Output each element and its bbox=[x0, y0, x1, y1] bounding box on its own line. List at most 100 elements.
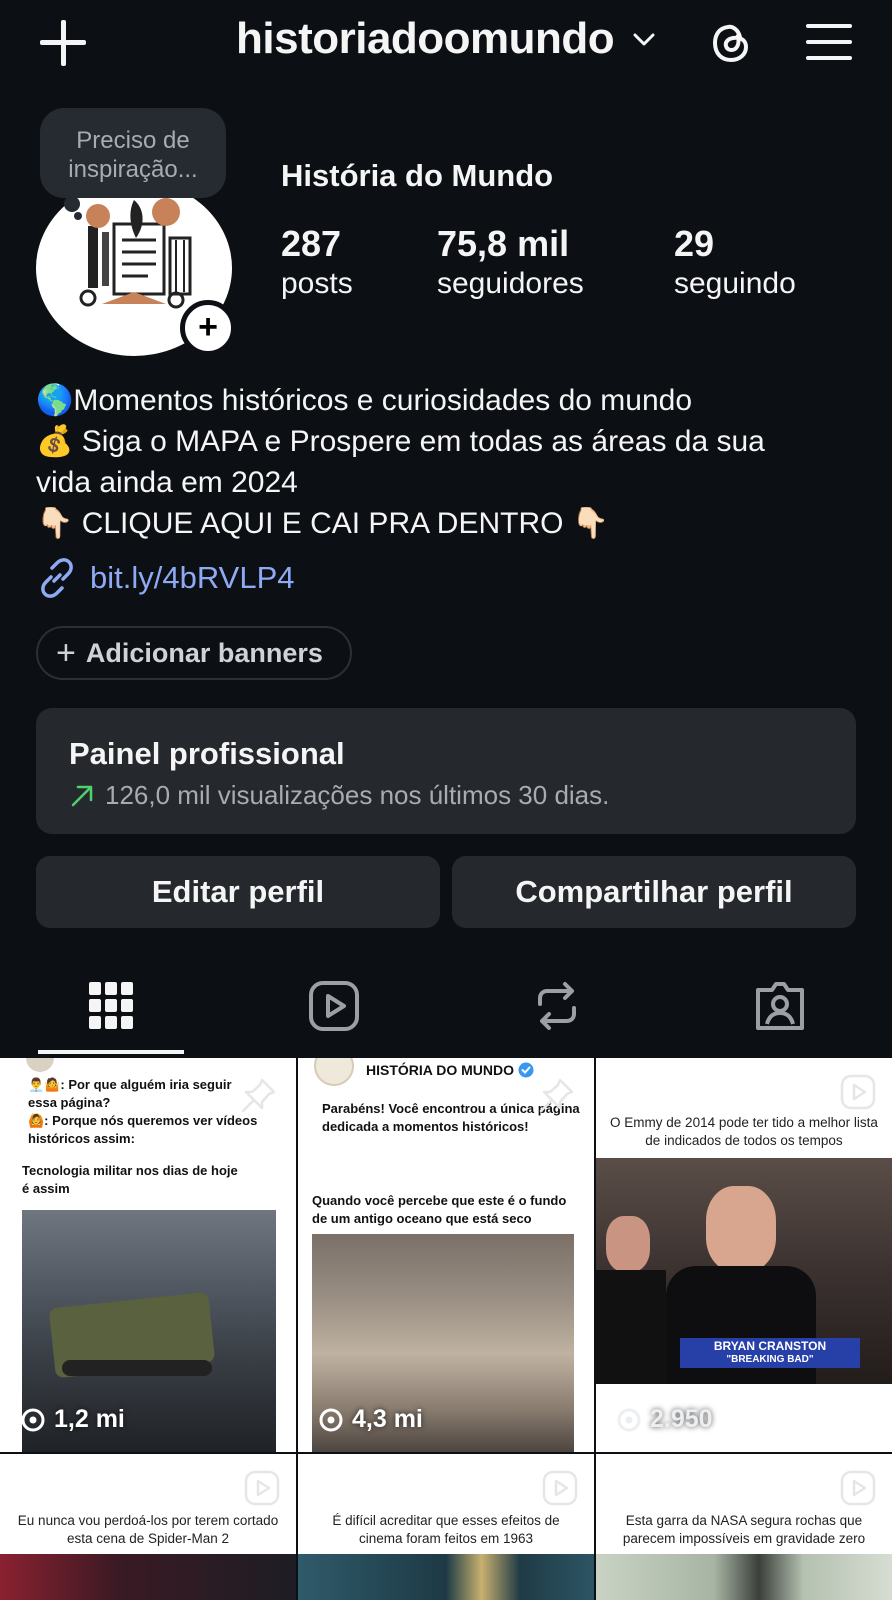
threads-icon[interactable] bbox=[706, 18, 756, 68]
face-shape bbox=[606, 1216, 650, 1272]
post-thumbnail bbox=[298, 1554, 594, 1600]
professional-dashboard-subtitle: 126,0 mil visualizações nos últimos 30 d… bbox=[69, 780, 609, 811]
view-count-text: 2.950 bbox=[650, 1405, 713, 1433]
account-username[interactable]: historiadoomundo bbox=[236, 14, 615, 64]
tab-tagged[interactable] bbox=[690, 968, 870, 1054]
bio-line: vida ainda em 2024 bbox=[36, 466, 298, 499]
view-count-text: 1,2 mi bbox=[54, 1405, 125, 1433]
post-thumbnail: BRYAN CRANSTON "BREAKING BAD" bbox=[596, 1158, 892, 1384]
professional-dashboard[interactable]: Painel profissional 126,0 mil visualizaç… bbox=[36, 708, 856, 834]
caption-line: dedicada a momentos históricos! bbox=[322, 1119, 529, 1134]
avatar-fragment bbox=[26, 1058, 54, 1072]
professional-dashboard-title: Painel profissional bbox=[69, 736, 345, 771]
share-profile-button[interactable]: Compartilhar perfil bbox=[452, 856, 856, 928]
heading-line: Quando você percebe que este é o fundo bbox=[312, 1193, 567, 1208]
menu-icon[interactable] bbox=[806, 22, 852, 62]
pin-icon bbox=[539, 1078, 574, 1113]
tab-reels[interactable] bbox=[244, 968, 424, 1054]
bio: 🌎Momentos históricos e curiosidades do m… bbox=[36, 380, 876, 544]
tab-reposts[interactable] bbox=[467, 968, 647, 1054]
posts-count: 287 bbox=[281, 223, 342, 264]
post-heading: Tecnologia militar nos dias de hoje é as… bbox=[22, 1162, 238, 1198]
note-bubble[interactable]: Preciso de inspiração... bbox=[40, 108, 226, 198]
following-count: 29 bbox=[674, 223, 715, 264]
tagged-icon bbox=[756, 982, 804, 1030]
bio-line: 🌎Momentos históricos e curiosidades do m… bbox=[36, 384, 693, 417]
active-tab-indicator bbox=[38, 1050, 184, 1054]
grid-post[interactable]: Esta garra da NASA segura rochas que par… bbox=[596, 1454, 892, 1600]
bio-line: 💰 Siga o MAPA e Prospere em todas as áre… bbox=[36, 425, 765, 458]
view-count: 4,3 mi bbox=[318, 1405, 423, 1434]
trend-up-icon bbox=[71, 785, 93, 806]
add-banners-label: Adicionar banners bbox=[85, 637, 323, 668]
following-label: seguindo bbox=[674, 267, 796, 300]
followers-stat[interactable]: 75,8 mil seguidores bbox=[437, 223, 584, 303]
top-bar: historiadoomundo bbox=[0, 0, 892, 86]
play-count-icon bbox=[319, 1408, 343, 1431]
plus-icon: + bbox=[198, 307, 218, 346]
caption-line: 👨‍💼🤷: Por que alguém iria seguir bbox=[28, 1077, 232, 1092]
caption-line: É difícil acreditar que esses efeitos de bbox=[332, 1513, 560, 1528]
lower-third: BRYAN CRANSTON "BREAKING BAD" bbox=[680, 1338, 860, 1368]
reel-icon bbox=[542, 1470, 578, 1506]
tuxedo-shape bbox=[596, 1270, 666, 1384]
followers-label: seguidores bbox=[437, 267, 584, 300]
caption-line: O Emmy de 2014 pode ter tido a melhor li… bbox=[610, 1115, 878, 1130]
heading-line: de um antigo oceano que está seco bbox=[312, 1211, 532, 1226]
avatar-fragment bbox=[314, 1058, 354, 1086]
profile-tabs bbox=[0, 968, 892, 1054]
grid-post[interactable]: HISTÓRIA DO MUNDO Parabéns! Você encontr… bbox=[298, 1058, 594, 1452]
note-bubble-tail bbox=[64, 196, 80, 212]
lower-third-show: "BREAKING BAD" bbox=[726, 1354, 814, 1365]
caption-line: 🙆: Porque nós queremos ver vídeos bbox=[28, 1113, 258, 1128]
post-thumbnail bbox=[0, 1554, 296, 1600]
link-icon bbox=[41, 558, 73, 598]
caption-line: parecem impossíveis em gravidade zero bbox=[622, 1531, 866, 1546]
add-story-button[interactable]: + bbox=[180, 300, 236, 356]
link-text[interactable]: bit.ly/4bRVLP4 bbox=[90, 560, 295, 596]
chevron-down-icon[interactable] bbox=[632, 28, 656, 52]
grid-post[interactable]: O Emmy de 2014 pode ter tido a melhor li… bbox=[596, 1058, 892, 1452]
create-plus-icon[interactable] bbox=[38, 18, 88, 68]
vehicle-wheels bbox=[62, 1360, 212, 1376]
post-thumbnail bbox=[596, 1554, 892, 1600]
caption-line: de indicados de todos os tempos bbox=[645, 1133, 843, 1148]
view-count-text: 4,3 mi bbox=[352, 1405, 423, 1433]
grid-post[interactable]: É difícil acreditar que esses efeitos de… bbox=[298, 1454, 594, 1600]
verified-badge-icon bbox=[518, 1062, 534, 1078]
view-count: 1,2 mi bbox=[20, 1405, 125, 1434]
add-banners-button[interactable]: + Adicionar banners bbox=[36, 626, 352, 680]
display-name: História do Mundo bbox=[281, 158, 554, 193]
caption-line: históricos assim: bbox=[28, 1131, 135, 1146]
post-caption: O Emmy de 2014 pode ter tido a melhor li… bbox=[606, 1114, 882, 1150]
grid-icon bbox=[89, 982, 133, 1029]
caption-line: essa página? bbox=[28, 1095, 111, 1110]
caption-line: cinema foram feitos em 1963 bbox=[358, 1531, 534, 1546]
bio-line: 👇🏻 CLIQUE AQUI E CAI PRA DENTRO 👇🏻 bbox=[36, 507, 610, 540]
caption-line: Eu nunca vou perdoá-los por terem cortad… bbox=[17, 1513, 279, 1528]
reel-icon bbox=[840, 1470, 876, 1506]
bio-link[interactable]: bit.ly/4bRVLP4 bbox=[36, 556, 295, 600]
play-count-icon bbox=[617, 1408, 641, 1431]
caption-line: esta cena de Spider-Man 2 bbox=[66, 1531, 230, 1546]
caption-line: Esta garra da NASA segura rochas que bbox=[625, 1513, 863, 1528]
face-shape bbox=[706, 1186, 776, 1272]
grid-post[interactable]: 👨‍💼🤷: Por que alguém iria seguir essa pá… bbox=[0, 1058, 296, 1452]
post-heading: Quando você percebe que este é o fundo d… bbox=[312, 1192, 566, 1228]
post-caption: Eu nunca vou perdoá-los por terem cortad… bbox=[10, 1512, 286, 1548]
grid-post[interactable]: Eu nunca vou perdoá-los por terem cortad… bbox=[0, 1454, 296, 1600]
edit-profile-button[interactable]: Editar perfil bbox=[36, 856, 440, 928]
reels-icon bbox=[309, 981, 359, 1031]
posts-stat[interactable]: 287 posts bbox=[281, 223, 353, 303]
posts-label: posts bbox=[281, 267, 353, 300]
reel-icon bbox=[244, 1470, 280, 1506]
following-stat[interactable]: 29 seguindo bbox=[674, 223, 796, 303]
tab-grid[interactable] bbox=[21, 968, 201, 1054]
post-caption: É difícil acreditar que esses efeitos de… bbox=[308, 1512, 584, 1548]
heading-line: é assim bbox=[22, 1181, 70, 1196]
note-bubble-tail-small bbox=[74, 212, 82, 220]
reel-icon bbox=[840, 1074, 876, 1110]
play-count-icon bbox=[21, 1408, 45, 1431]
view-count: 2.950 bbox=[616, 1405, 713, 1434]
views-summary: 126,0 mil visualizações nos últimos 30 d… bbox=[105, 780, 610, 810]
